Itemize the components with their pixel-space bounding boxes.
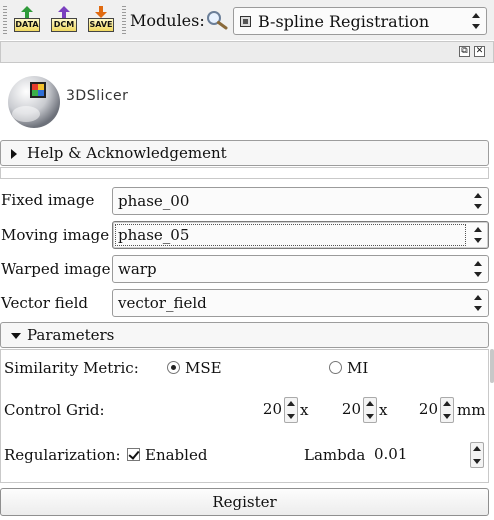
toolbar-grip[interactable] [3,6,7,34]
grid-z-spinbox[interactable]: 20 [390,397,454,423]
vector-field-selector[interactable]: vector_field [112,289,489,317]
grid-unit: mm [457,401,486,419]
toolbar-grip[interactable] [122,6,126,34]
moving-image-value: phase_05 [118,226,190,244]
chevron-updown-icon [474,193,483,209]
spin-updown-icon[interactable] [470,442,484,468]
similarity-metric-label: Similarity Metric: [4,359,139,377]
slicer-logo-text: 3DSlicer [66,88,129,104]
module-selector-value: B-spline Registration [258,12,430,31]
spin-updown-icon[interactable] [363,397,377,423]
grid-x-spinbox[interactable]: 20 [230,397,298,423]
vector-field-value: vector_field [118,294,207,312]
collapse-arrow-right-icon [11,149,17,159]
fixed-image-label: Fixed image [1,191,95,209]
regularization-enabled-label[interactable]: Enabled [145,446,207,464]
module-icon [240,16,251,27]
spin-updown-icon[interactable] [440,397,454,423]
help-collapsed-body [0,167,489,179]
grid-y-spinbox[interactable]: 20 [310,397,377,423]
moving-image-label: Moving image [1,226,110,244]
float-icon[interactable]: ⧉ [459,46,470,57]
lambda-value: 0.01 [374,445,408,463]
warped-image-selector[interactable]: warp [112,255,489,283]
save-button[interactable]: SAVE [86,6,116,36]
lambda-label: Lambda [304,446,366,464]
up-arrow-icon [58,6,70,18]
chevron-updown-icon [474,295,483,311]
mi-radio[interactable] [329,361,342,374]
control-grid-label: Control Grid: [4,401,105,419]
regularization-enabled-checkbox[interactable] [127,448,140,461]
grid-separator: x [300,401,309,419]
grid-z-value: 20 [418,400,438,418]
modules-label: Modules: [130,11,205,30]
grid-x-value: 20 [262,400,282,418]
slicer-logo-icon [8,76,60,128]
chevron-updown-icon [474,261,483,277]
dcm-icon: DCM [51,18,77,32]
mse-radio-label[interactable]: MSE [185,359,222,377]
help-acknowledgement-label: Help & Acknowledgement [27,144,227,162]
mse-radio[interactable] [167,361,180,374]
collapse-arrow-down-icon [11,333,21,339]
fixed-image-selector[interactable]: phase_00 [112,187,489,215]
save-icon: SAVE [88,18,114,32]
grid-y-value: 20 [341,400,361,418]
chevron-updown-icon [472,13,481,29]
up-arrow-icon [21,6,33,18]
vector-field-label: Vector field [1,294,89,312]
main-toolbar: DATA DCM SAVE Modules: B-spline Registra… [0,0,494,40]
regularization-label: Regularization: [4,446,121,464]
load-data-button[interactable]: DATA [12,6,42,36]
close-icon[interactable]: ✕ [474,46,485,57]
load-dicom-button[interactable]: DCM [49,6,79,36]
register-button[interactable]: Register [0,488,489,516]
fixed-image-value: phase_00 [118,192,190,210]
lambda-spinbox[interactable]: 0.01 [368,442,484,468]
warped-image-value: warp [118,260,157,278]
spin-updown-icon[interactable] [284,397,298,423]
moving-image-selector[interactable]: phase_05 [112,221,489,249]
warped-image-label: Warped image [1,260,111,278]
down-arrow-icon [95,6,107,18]
scrollbar-thumb[interactable] [490,349,494,383]
data-icon: DATA [14,18,40,32]
parameters-header[interactable]: Parameters [0,322,489,348]
search-icon[interactable] [206,10,228,30]
grid-separator: x [379,401,388,419]
parameters-label: Parameters [27,326,115,344]
help-acknowledgement-header[interactable]: Help & Acknowledgement [0,140,489,166]
module-panel-titlebar: ⧉ ✕ [0,41,494,63]
chevron-updown-icon [474,227,483,243]
module-selector[interactable]: B-spline Registration [233,7,487,35]
mi-radio-label[interactable]: MI [347,359,368,377]
